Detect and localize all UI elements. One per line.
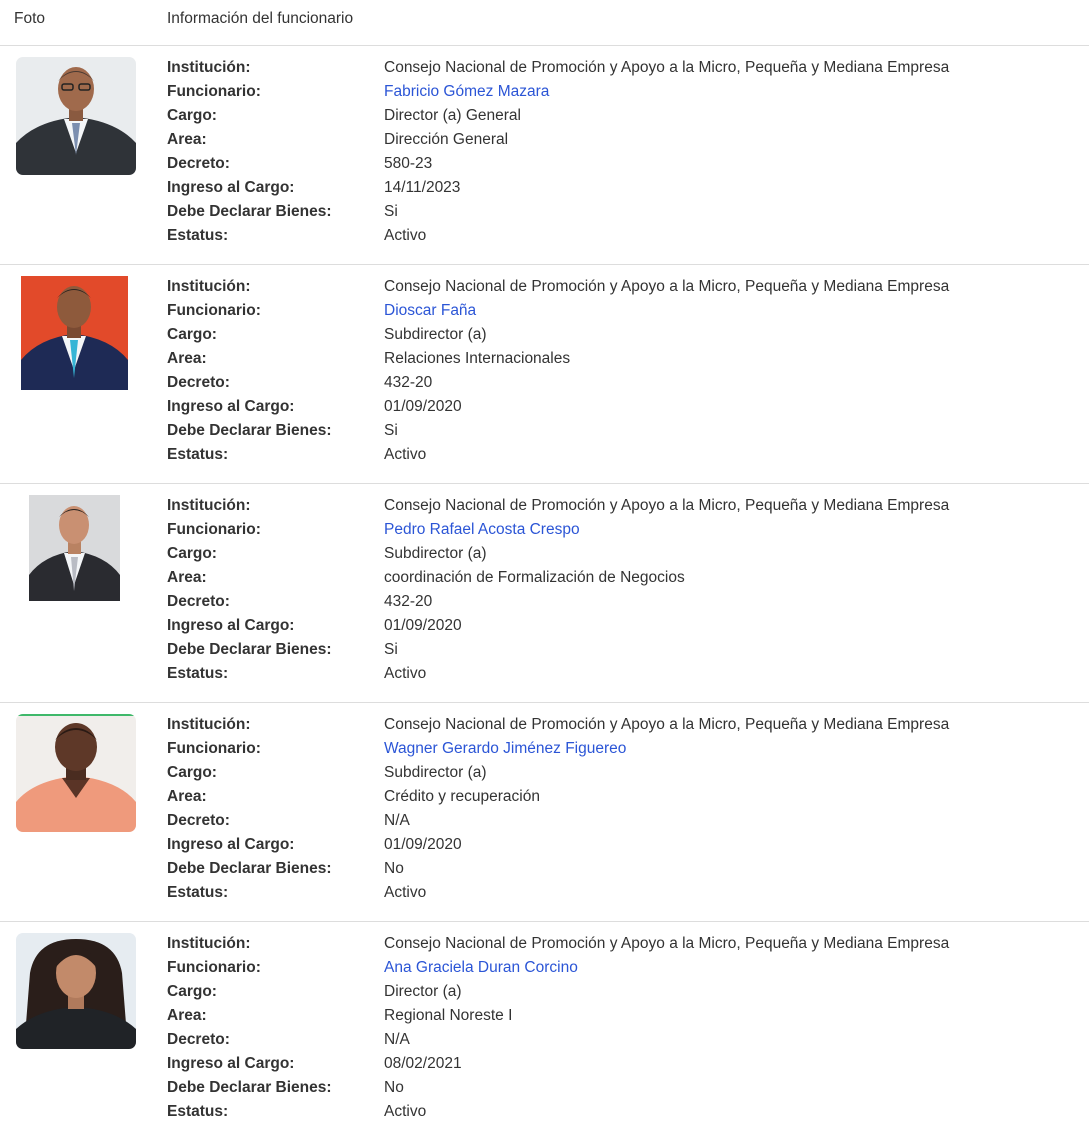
value-cargo: Subdirector (a) (384, 326, 487, 343)
official-name-link[interactable]: Dioscar Faña (384, 302, 476, 320)
label-institucion: Institución: (167, 935, 251, 952)
value-ingreso: 01/09/2020 (384, 617, 462, 634)
label-decreto: Decreto: (167, 812, 230, 829)
label-decreto: Decreto: (167, 155, 230, 172)
table-header: Foto Información del funcionario (0, 0, 1089, 46)
label-funcionario: Funcionario: (167, 959, 261, 976)
label-decreto: Decreto: (167, 593, 230, 610)
value-cargo: Subdirector (a) (384, 764, 487, 781)
value-area: Relaciones Internacionales (384, 350, 571, 367)
value-declarar: Si (384, 203, 398, 220)
officials-table: Foto Información del funcionario Institu… (0, 0, 1089, 1140)
value-ingreso: 08/02/2021 (384, 1055, 462, 1072)
value-estatus: Activo (384, 1103, 427, 1120)
label-declarar: Debe Declarar Bienes: (167, 203, 332, 220)
label-estatus: Estatus: (167, 665, 229, 682)
label-declarar: Debe Declarar Bienes: (167, 641, 332, 658)
table-row: Institución: Consejo Nacional de Promoció… (0, 484, 1089, 703)
label-declarar: Debe Declarar Bienes: (167, 422, 332, 439)
value-cargo: Director (a) General (384, 107, 521, 124)
value-decreto: 432-20 (384, 593, 433, 610)
official-name-link[interactable]: Fabricio Gómez Mazara (384, 83, 549, 101)
label-declarar: Debe Declarar Bienes: (167, 1079, 332, 1096)
table-row: Institución: Consejo Nacional de Promoció… (0, 703, 1089, 922)
label-estatus: Estatus: (167, 884, 229, 901)
value-ingreso: 01/09/2020 (384, 398, 462, 415)
value-declarar: No (384, 860, 404, 877)
value-decreto: 432-20 (384, 374, 433, 391)
value-institucion: Consejo Nacional de Promoción y Apoyo a … (384, 935, 950, 952)
label-estatus: Estatus: (167, 1103, 229, 1120)
value-estatus: Activo (384, 884, 427, 901)
label-estatus: Estatus: (167, 227, 229, 244)
label-cargo: Cargo: (167, 326, 217, 343)
column-header-info: Información del funcionario (167, 10, 354, 27)
label-area: Area: (167, 131, 207, 148)
label-cargo: Cargo: (167, 764, 217, 781)
label-cargo: Cargo: (167, 983, 217, 1000)
value-cargo: Subdirector (a) (384, 545, 487, 562)
label-ingreso: Ingreso al Cargo: (167, 617, 295, 634)
label-decreto: Decreto: (167, 1031, 230, 1048)
label-institucion: Institución: (167, 497, 251, 514)
value-ingreso: 01/09/2020 (384, 836, 462, 853)
label-cargo: Cargo: (167, 545, 217, 562)
person-photo-icon (21, 276, 128, 390)
column-header-foto: Foto (14, 10, 46, 27)
official-name-link[interactable]: Wagner Gerardo Jiménez Figuereo (384, 740, 626, 758)
value-institucion: Consejo Nacional de Promoción y Apoyo a … (384, 716, 950, 733)
value-declarar: Si (384, 641, 398, 658)
value-institucion: Consejo Nacional de Promoción y Apoyo a … (384, 497, 950, 514)
table-row: Institución: Consejo Nacional de Promoció… (0, 46, 1089, 265)
value-area: Dirección General (384, 131, 509, 148)
official-name-link[interactable]: Pedro Rafael Acosta Crespo (384, 521, 580, 539)
label-decreto: Decreto: (167, 374, 230, 391)
label-ingreso: Ingreso al Cargo: (167, 398, 295, 415)
label-cargo: Cargo: (167, 107, 217, 124)
label-estatus: Estatus: (167, 446, 229, 463)
value-cargo: Director (a) (384, 983, 462, 1000)
person-photo-icon (16, 933, 136, 1049)
value-area: Crédito y recuperación (384, 788, 540, 805)
label-ingreso: Ingreso al Cargo: (167, 1055, 295, 1072)
value-decreto: N/A (384, 812, 410, 829)
value-institucion: Consejo Nacional de Promoción y Apoyo a … (384, 278, 950, 295)
value-area: Regional Noreste I (384, 1007, 513, 1024)
value-decreto: 580-23 (384, 155, 433, 172)
label-ingreso: Ingreso al Cargo: (167, 179, 295, 196)
value-estatus: Activo (384, 227, 427, 244)
value-estatus: Activo (384, 446, 427, 463)
label-institucion: Institución: (167, 59, 251, 76)
label-funcionario: Funcionario: (167, 302, 261, 319)
label-funcionario: Funcionario: (167, 521, 261, 538)
value-ingreso: 14/11/2023 (384, 179, 461, 196)
label-ingreso: Ingreso al Cargo: (167, 836, 295, 853)
value-decreto: N/A (384, 1031, 410, 1048)
label-area: Area: (167, 350, 207, 367)
table-row: Institución: Consejo Nacional de Promoció… (0, 265, 1089, 484)
value-declarar: Si (384, 422, 398, 439)
official-photo (21, 276, 128, 390)
value-area: coordinación de Formalización de Negocio… (384, 569, 685, 586)
label-institucion: Institución: (167, 716, 251, 733)
label-area: Area: (167, 788, 207, 805)
table-row: Institución: Consejo Nacional de Promoció… (0, 922, 1089, 1140)
official-photo (16, 714, 136, 832)
label-institucion: Institución: (167, 278, 251, 295)
label-funcionario: Funcionario: (167, 740, 261, 757)
label-declarar: Debe Declarar Bienes: (167, 860, 332, 877)
label-funcionario: Funcionario: (167, 83, 261, 100)
official-photo (29, 495, 120, 601)
person-photo-icon (16, 57, 136, 175)
person-photo-icon (16, 714, 136, 832)
value-declarar: No (384, 1079, 404, 1096)
official-photo (16, 57, 136, 175)
official-name-link[interactable]: Ana Graciela Duran Corcino (384, 959, 578, 977)
label-area: Area: (167, 1007, 207, 1024)
official-photo (16, 933, 136, 1049)
label-area: Area: (167, 569, 207, 586)
person-photo-icon (29, 495, 120, 601)
value-institucion: Consejo Nacional de Promoción y Apoyo a … (384, 59, 950, 76)
value-estatus: Activo (384, 665, 427, 682)
